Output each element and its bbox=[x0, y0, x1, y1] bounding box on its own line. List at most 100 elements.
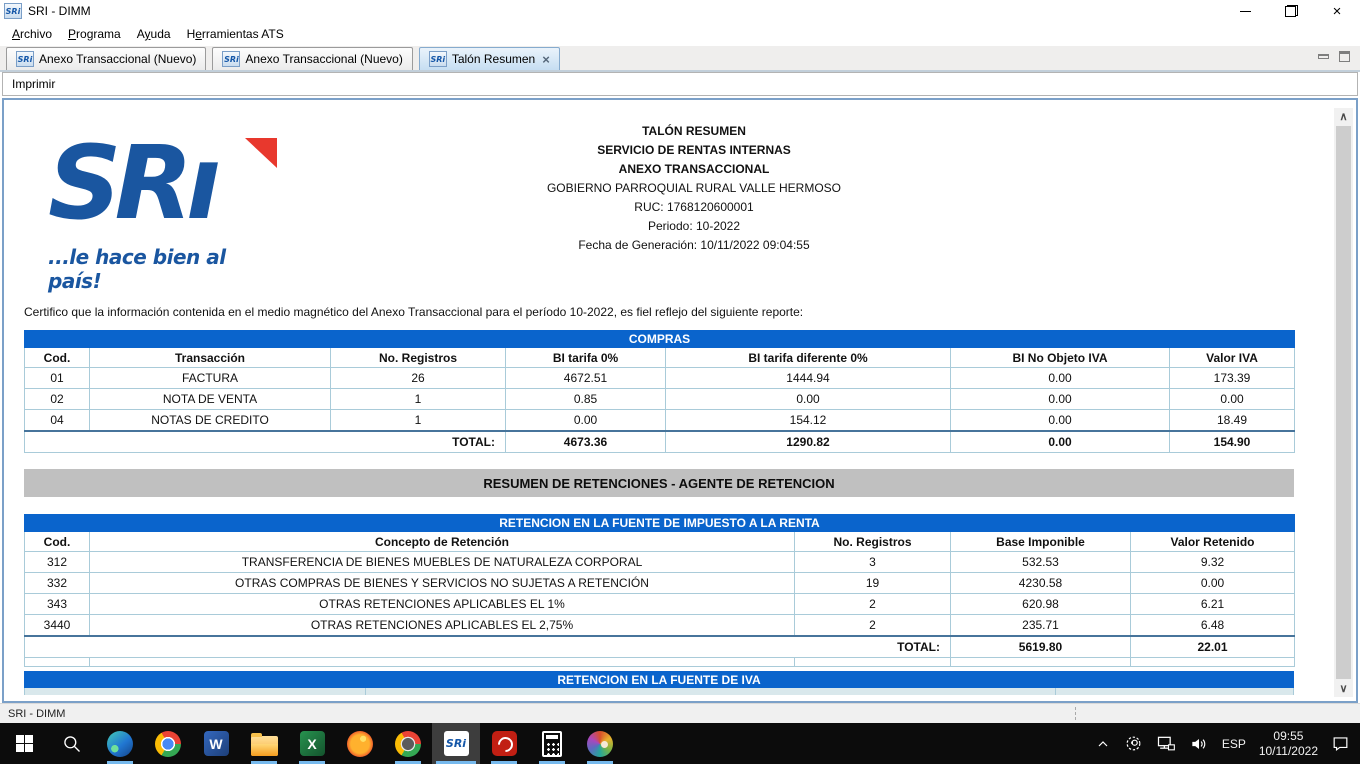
taskbar-search-button[interactable] bbox=[48, 723, 96, 764]
menu-item-herramientas-ats[interactable]: Herramientas ATS bbox=[181, 24, 294, 44]
windows-taskbar: W X SRi ESP 09:55 10/11/2022 bbox=[0, 723, 1360, 764]
menu-item-programa[interactable]: Programa bbox=[62, 24, 131, 44]
view-controls bbox=[1318, 51, 1350, 62]
column-header: No. Registros bbox=[794, 531, 951, 552]
taskbar-sri-dimm[interactable]: SRi bbox=[432, 723, 480, 764]
taskbar-file-explorer[interactable] bbox=[240, 723, 288, 764]
scroll-down-icon[interactable]: ∨ bbox=[1334, 680, 1353, 697]
imprimir-button[interactable]: Imprimir bbox=[12, 77, 55, 91]
cell: 0.00 bbox=[505, 409, 666, 431]
word-icon: W bbox=[203, 731, 229, 756]
cell: OTRAS RETENCIONES APLICABLES EL 2,75% bbox=[89, 614, 795, 636]
tab-close-icon[interactable]: × bbox=[540, 53, 550, 66]
close-button[interactable]: × bbox=[1314, 0, 1360, 22]
clock[interactable]: 09:55 10/11/2022 bbox=[1259, 729, 1318, 759]
retencion-iva-title: RETENCION EN LA FUENTE DE IVA bbox=[24, 671, 1294, 688]
total-value: 0.00 bbox=[950, 429, 1170, 453]
sri-tab-icon: SRi bbox=[222, 51, 241, 67]
menu-item-archivo[interactable]: Archivo bbox=[6, 24, 62, 44]
taskbar-edge[interactable] bbox=[96, 723, 144, 764]
tab-bar: SRi Anexo Transaccional (Nuevo) SRi Anex… bbox=[0, 46, 1360, 72]
cell: FACTURA bbox=[89, 367, 331, 389]
scroll-up-icon[interactable]: ∧ bbox=[1334, 108, 1353, 125]
cell bbox=[950, 657, 1131, 667]
cell: 4230.58 bbox=[950, 572, 1131, 594]
minimize-view-icon[interactable] bbox=[1318, 54, 1329, 59]
renta-title-row: RETENCION EN LA FUENTE DE IMPUESTO A LA … bbox=[23, 514, 1296, 532]
cell: 2 bbox=[794, 614, 951, 636]
tab-talon-resumen[interactable]: SRi Talón Resumen × bbox=[418, 47, 560, 70]
cell: 1444.94 bbox=[665, 367, 951, 389]
taskbar-acrobat[interactable] bbox=[480, 723, 528, 764]
scrollbar-thumb[interactable] bbox=[1336, 126, 1351, 679]
cell: 0.00 bbox=[950, 367, 1170, 389]
sri-logo: SRı ...le hace bien al país! bbox=[48, 130, 283, 293]
compras-title: COMPRAS bbox=[23, 330, 1296, 348]
menu-item-ayuda[interactable]: Ayuda bbox=[131, 24, 181, 44]
cell: 1 bbox=[330, 409, 506, 431]
taskbar-firefox[interactable] bbox=[336, 723, 384, 764]
app-icon: SRi bbox=[4, 3, 22, 19]
minimize-button[interactable] bbox=[1222, 0, 1268, 22]
cell: 4672.51 bbox=[505, 367, 666, 389]
window-controls: × bbox=[1222, 0, 1360, 22]
hidden-icons-chevron-icon[interactable] bbox=[1095, 736, 1111, 752]
cell: 6.48 bbox=[1129, 614, 1296, 636]
column-header: Base Imponible bbox=[950, 531, 1131, 552]
chrome-icon bbox=[155, 730, 181, 757]
taskbar-excel[interactable]: X bbox=[288, 723, 336, 764]
edge-icon bbox=[107, 730, 133, 757]
start-button[interactable] bbox=[0, 723, 48, 764]
action-center-icon[interactable] bbox=[1331, 734, 1350, 753]
taskbar-chrome-profile[interactable] bbox=[384, 723, 432, 764]
restore-icon bbox=[1284, 5, 1298, 17]
renta-total-row: TOTAL: 5619.80 22.01 bbox=[24, 634, 1296, 658]
table-row: 332 OTRAS COMPRAS DE BIENES Y SERVICIOS … bbox=[24, 572, 1296, 594]
sri-logo-red-triangle bbox=[245, 138, 277, 168]
restore-button[interactable] bbox=[1268, 0, 1314, 22]
table-row: 343 OTRAS RETENCIONES APLICABLES EL 1% 2… bbox=[24, 593, 1296, 615]
compras-title-row: COMPRAS bbox=[23, 330, 1296, 348]
total-value: 154.90 bbox=[1168, 429, 1296, 453]
tab-label: Talón Resumen bbox=[451, 52, 536, 66]
total-value: 22.01 bbox=[1129, 634, 1296, 658]
taskbar-calculator[interactable] bbox=[528, 723, 576, 764]
cell: NOTAS DE CREDITO bbox=[89, 409, 331, 431]
close-icon: × bbox=[1332, 2, 1342, 20]
report-toolbar: Imprimir bbox=[2, 72, 1358, 96]
file-explorer-icon bbox=[250, 732, 278, 756]
tab-anexo-transaccional-1[interactable]: SRi Anexo Transaccional (Nuevo) bbox=[6, 47, 207, 70]
total-value: 5619.80 bbox=[950, 634, 1131, 658]
total-label: TOTAL: bbox=[24, 429, 506, 453]
cell: 332 bbox=[24, 572, 90, 594]
menu-bar: Archivo Programa Ayuda Herramientas ATS bbox=[0, 22, 1360, 46]
cell: 0.00 bbox=[950, 388, 1170, 410]
firefox-icon bbox=[347, 730, 373, 757]
report-view: SRı ...le hace bien al país! TALÓN RESUM… bbox=[2, 98, 1358, 703]
cell: 2 bbox=[794, 593, 951, 615]
network-icon[interactable] bbox=[1156, 734, 1176, 754]
column-header: Transacción bbox=[89, 347, 331, 368]
chrome-profile-icon bbox=[395, 730, 421, 757]
status-bar: SRI - DIMM bbox=[0, 703, 1360, 723]
taskbar-paint[interactable] bbox=[576, 723, 624, 764]
language-indicator[interactable]: ESP bbox=[1222, 737, 1246, 751]
cell: 19 bbox=[794, 572, 951, 594]
cell: 620.98 bbox=[950, 593, 1131, 615]
vertical-scrollbar[interactable]: ∧ ∨ bbox=[1334, 108, 1353, 697]
taskbar-chrome[interactable] bbox=[144, 723, 192, 764]
cell bbox=[794, 657, 951, 667]
tab-label: Anexo Transaccional (Nuevo) bbox=[245, 52, 403, 66]
cell: 0.00 bbox=[665, 388, 951, 410]
cell: 532.53 bbox=[950, 551, 1131, 573]
renta-title: RETENCION EN LA FUENTE DE IMPUESTO A LA … bbox=[23, 514, 1296, 532]
screen-record-icon[interactable] bbox=[1124, 734, 1143, 753]
maximize-view-icon[interactable] bbox=[1339, 51, 1350, 62]
date: 10/11/2022 bbox=[1258, 743, 1318, 758]
volume-icon[interactable] bbox=[1189, 734, 1209, 754]
taskbar-word[interactable]: W bbox=[192, 723, 240, 764]
column-header: Cod. bbox=[24, 347, 90, 368]
column-header: BI tarifa diferente 0% bbox=[665, 347, 951, 368]
column-header: Cod. bbox=[24, 531, 90, 552]
tab-anexo-transaccional-2[interactable]: SRi Anexo Transaccional (Nuevo) bbox=[212, 47, 413, 70]
